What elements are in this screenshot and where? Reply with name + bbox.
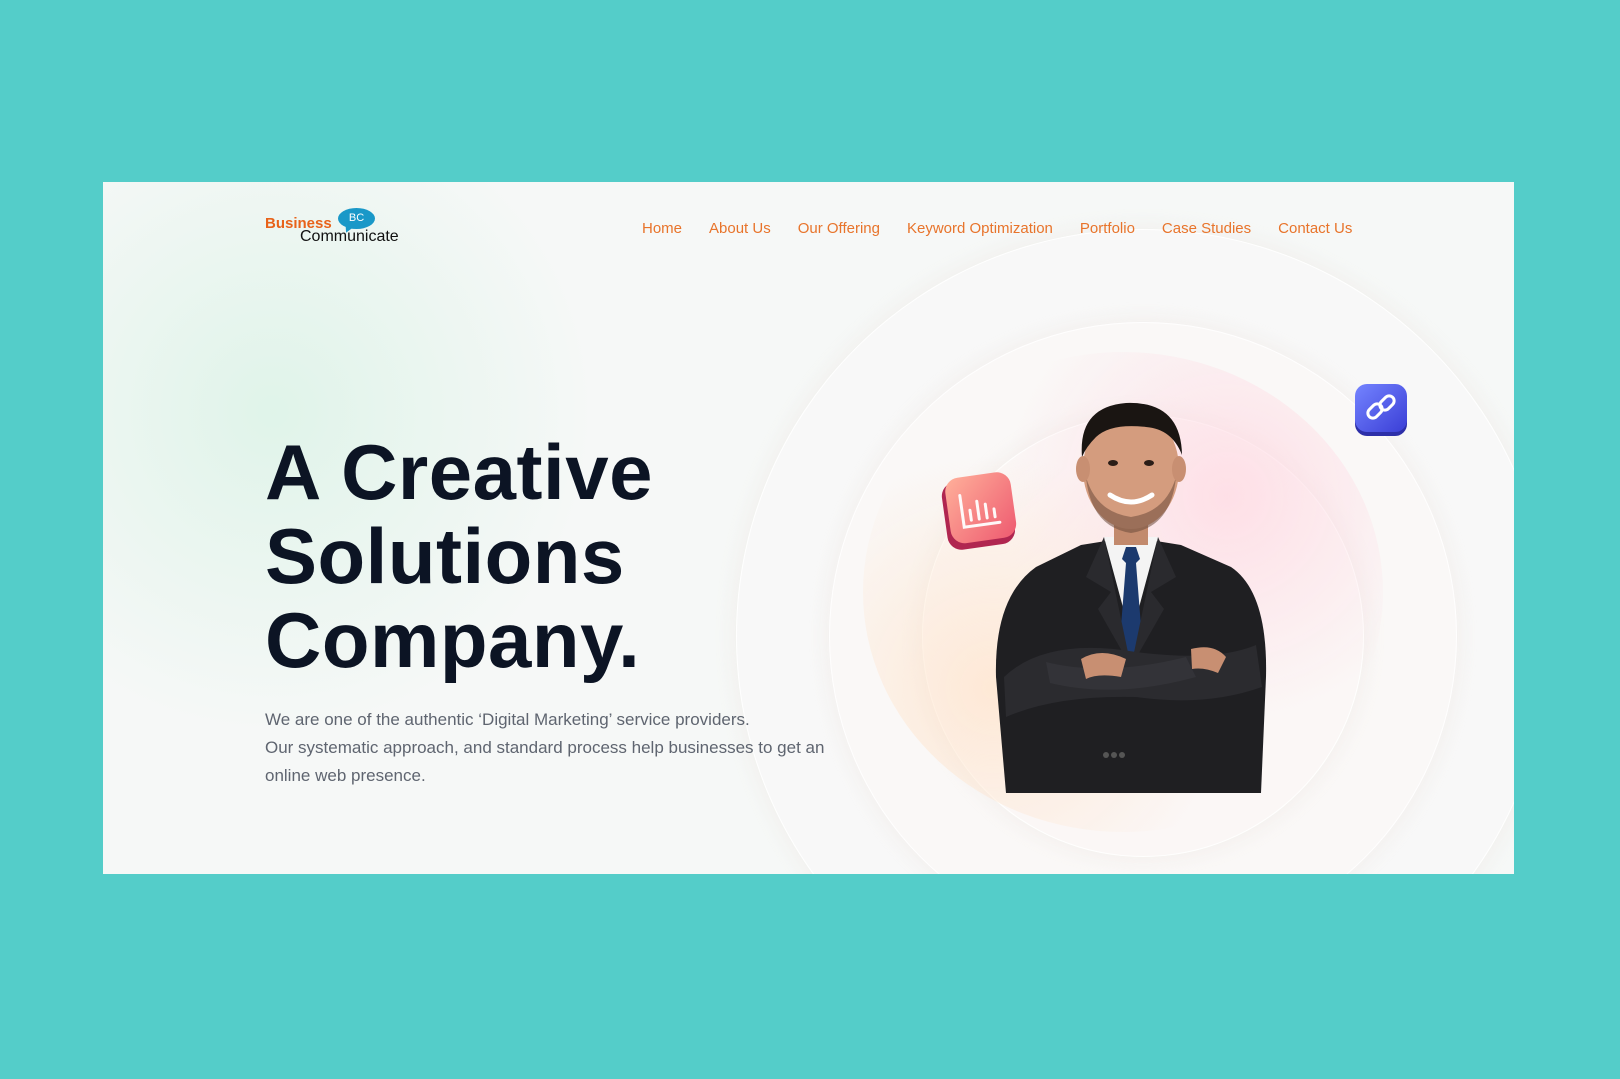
hero-description: We are one of the authentic ‘Digital Mar… [265,706,865,790]
main-navigation: Home About Us Our Offering Keyword Optim… [642,220,1462,237]
nav-about-us[interactable]: About Us [709,220,771,237]
businessman-image [995,402,1267,793]
nav-keyword-optimization[interactable]: Keyword Optimization [907,220,1053,237]
logo-word-communicate: Communicate [300,228,399,245]
nav-case-studies[interactable]: Case Studies [1162,220,1251,237]
logo-speech-bubble-icon: BC [338,208,375,229]
website-screenshot: Business BC Communicate Home About Us Ou… [103,182,1514,874]
nav-our-offering[interactable]: Our Offering [798,220,880,237]
nav-contact-us[interactable]: Contact Us [1278,220,1352,237]
hero-description-line: online web presence. [265,766,426,785]
hero-title-line: A Creative [265,428,653,516]
link-icon [1355,384,1407,436]
hero-description-line: Our systematic approach, and standard pr… [265,738,825,757]
hero-description-line: We are one of the authentic ‘Digital Mar… [265,710,750,729]
hero-title-line: Company. [265,596,641,684]
hero-title-line: Solutions [265,512,625,600]
nav-home[interactable]: Home [642,220,682,237]
nav-portfolio[interactable]: Portfolio [1080,220,1135,237]
hero-title: A Creative Solutions Company. [265,430,653,682]
brand-logo[interactable]: Business BC Communicate [265,208,410,248]
